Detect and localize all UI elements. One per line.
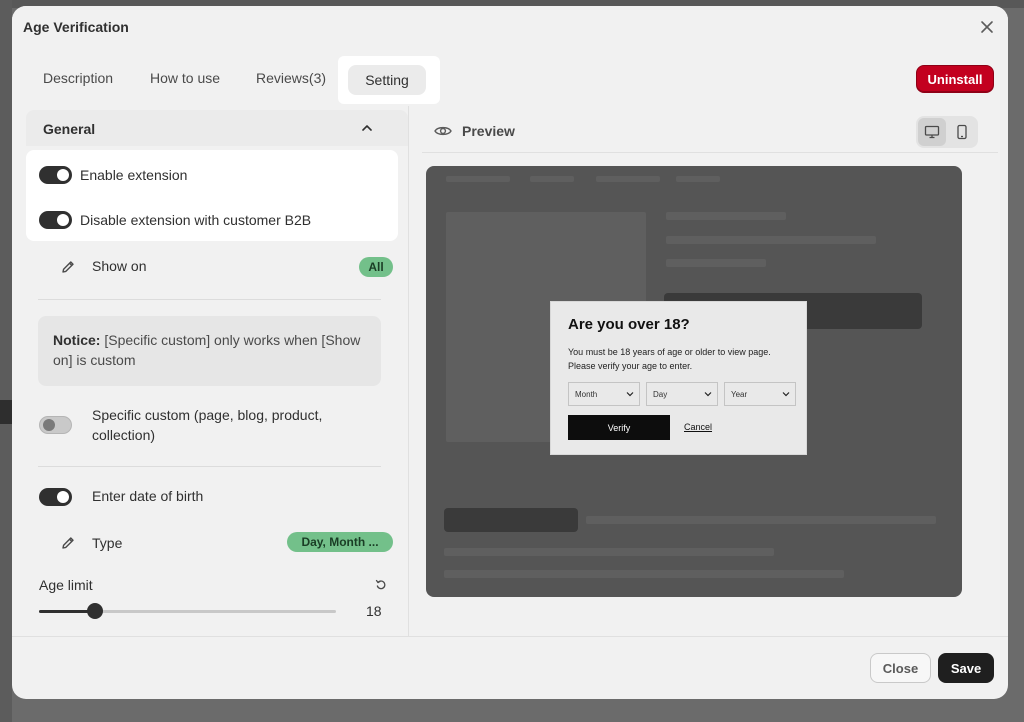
modal-header: Age Verification (12, 6, 1008, 48)
disable-b2b-label: Disable extension with customer B2B (80, 212, 312, 228)
age-verification-popup: Are you over 18? You must be 18 years of… (550, 301, 807, 455)
pencil-icon[interactable] (60, 535, 76, 551)
show-on-badge[interactable]: All (359, 257, 393, 277)
tab-setting[interactable]: Setting (348, 65, 426, 95)
show-on-label: Show on (92, 258, 147, 274)
chevron-up-icon[interactable] (360, 121, 374, 135)
age-limit-label: Age limit (39, 577, 93, 593)
enter-dob-label: Enter date of birth (92, 488, 204, 504)
notice-box: Notice: [Specific custom] only works whe… (38, 316, 381, 386)
month-select-label: Month (575, 390, 598, 399)
preview-title: Preview (462, 123, 515, 139)
preview-placeholder (666, 212, 786, 220)
highlighted-toggles: Enable extension Disable extension with … (26, 150, 398, 241)
desktop-icon (924, 125, 940, 139)
settings-panel: General Enable extension Disable extensi… (26, 106, 408, 636)
verify-button[interactable]: Verify (568, 415, 670, 440)
enter-dob-toggle[interactable] (39, 488, 72, 506)
tab-how-to-use[interactable]: How to use (150, 70, 220, 86)
background-sidebar (0, 0, 12, 722)
age-limit-value: 18 (366, 603, 382, 619)
footer-divider (12, 636, 1008, 637)
preview-placeholder (446, 176, 510, 182)
preview-placeholder (676, 176, 720, 182)
notice-body: [Specific custom] only works when [Show … (53, 332, 361, 368)
slider-thumb[interactable] (87, 603, 103, 619)
disable-b2b-toggle[interactable] (39, 211, 72, 229)
modal-title: Age Verification (23, 19, 129, 35)
tab-setting-highlight: Setting (338, 56, 440, 104)
save-button[interactable]: Save (938, 653, 994, 683)
age-limit-slider[interactable] (39, 603, 336, 619)
specific-custom-label: Specific custom (page, blog, product, co… (92, 407, 323, 443)
preview-placeholder (444, 570, 844, 578)
type-badge[interactable]: Day, Month ... (287, 532, 393, 552)
enable-extension-label: Enable extension (80, 167, 188, 183)
desktop-view-button[interactable] (918, 118, 946, 146)
year-select[interactable]: Year (724, 382, 796, 406)
day-select[interactable]: Day (646, 382, 718, 406)
general-section-header[interactable]: General (26, 110, 408, 146)
reset-icon[interactable] (375, 579, 387, 591)
pencil-icon[interactable] (60, 259, 76, 275)
background-fragment (0, 400, 12, 424)
section-title: General (43, 121, 96, 137)
specific-custom-toggle[interactable] (39, 416, 72, 434)
age-verification-modal: Age Verification Description How to use … (12, 6, 1008, 699)
preview-divider (422, 152, 998, 153)
preview-canvas: Are you over 18? You must be 18 years of… (426, 166, 962, 597)
close-button[interactable]: Close (870, 653, 931, 683)
day-select-label: Day (653, 390, 668, 399)
device-switcher (916, 116, 978, 148)
preview-placeholder (666, 236, 876, 244)
panel-divider (408, 106, 409, 636)
preview-placeholder (666, 259, 766, 267)
mobile-icon (957, 124, 967, 140)
preview-placeholder (596, 176, 660, 182)
uninstall-button[interactable]: Uninstall (916, 65, 994, 93)
year-select-label: Year (731, 390, 748, 399)
chevron-down-icon (704, 392, 712, 397)
enable-extension-toggle[interactable] (39, 166, 72, 184)
preview-placeholder (530, 176, 574, 182)
month-select[interactable]: Month (568, 382, 640, 406)
divider (38, 466, 381, 467)
notice-text: Notice: [Specific custom] only works whe… (53, 330, 363, 370)
divider (38, 299, 381, 300)
eye-icon (434, 126, 452, 136)
popup-title: Are you over 18? (568, 316, 690, 333)
chevron-down-icon (782, 392, 790, 397)
cancel-link[interactable]: Cancel (684, 422, 712, 432)
tab-description[interactable]: Description (43, 70, 113, 86)
mobile-view-button[interactable] (948, 118, 976, 146)
chevron-down-icon (626, 392, 634, 397)
tab-reviews[interactable]: Reviews(3) (256, 70, 326, 86)
popup-text: You must be 18 years of age or older to … (568, 347, 771, 371)
preview-placeholder (586, 516, 936, 524)
type-label: Type (92, 535, 123, 551)
preview-placeholder (444, 508, 578, 532)
preview-placeholder (444, 548, 774, 556)
notice-strong: Notice: (53, 332, 101, 348)
close-icon[interactable] (978, 18, 996, 36)
